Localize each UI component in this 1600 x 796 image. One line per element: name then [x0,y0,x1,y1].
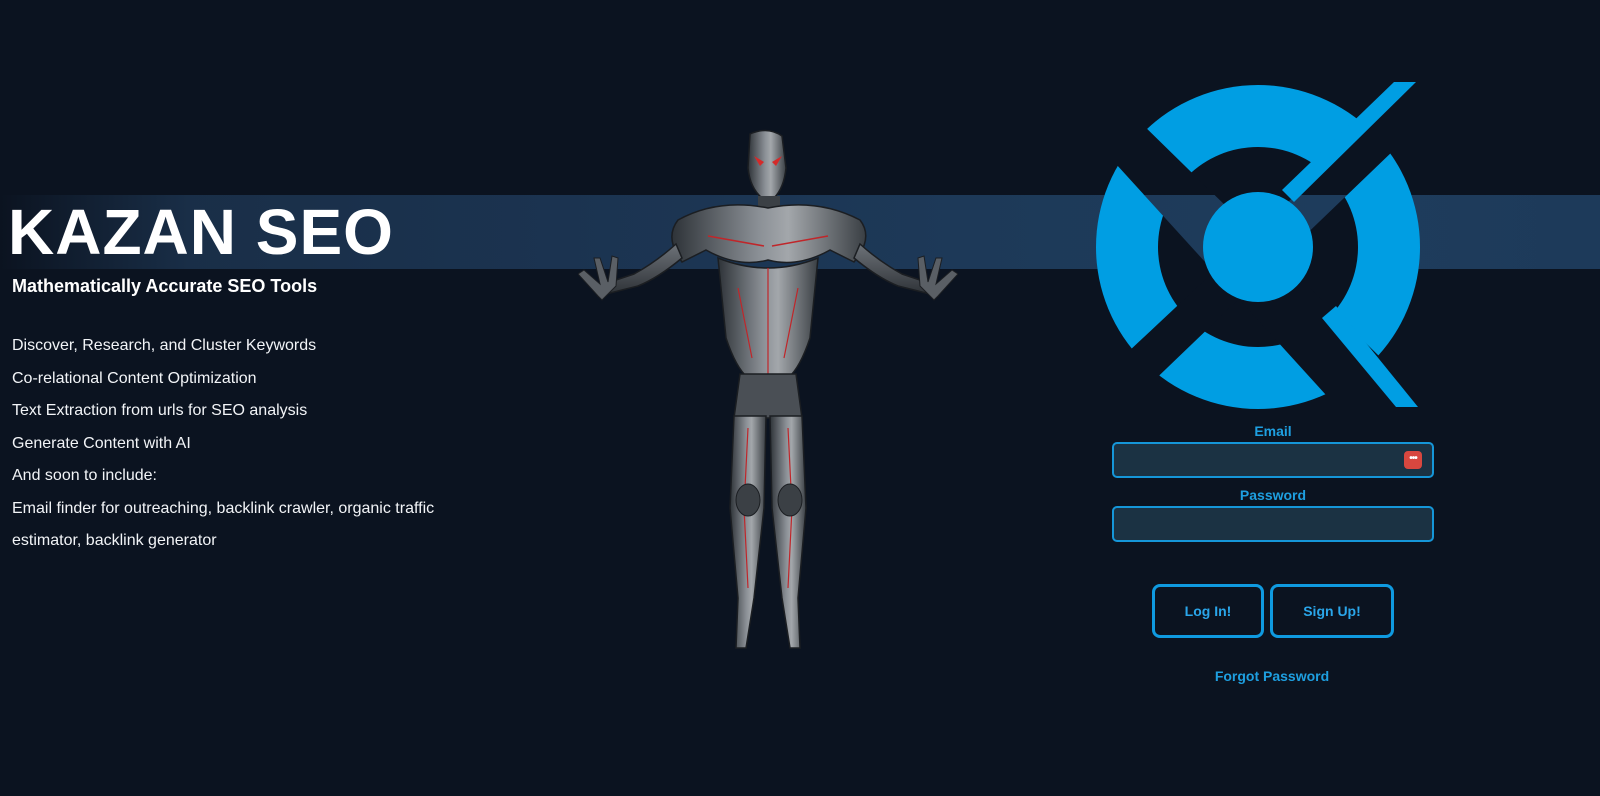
brand-tagline: Mathematically Accurate SEO Tools [12,276,318,296]
password-label: Password [1239,487,1307,503]
feature-list: Discover, Research, and Cluster Keywords… [12,330,462,558]
auth-buttons: Log In! Sign Up! [1152,584,1412,640]
feature-item: Text Extraction from urls for SEO analys… [12,402,308,419]
brand-title: KAZAN SEO [8,196,394,268]
password-manager-icon[interactable]: ••• [1404,451,1422,469]
feature-item: Co-relational Content Optimization [12,369,257,387]
login-form: Email ••• Password [1110,420,1436,542]
forgot-password-link[interactable]: Forgot Password [1172,668,1372,684]
email-label: Email [1254,423,1292,439]
feature-item: Discover, Research, and Cluster Keywords [12,337,317,354]
password-input[interactable] [1114,508,1432,540]
feature-item: Generate Content with AI [12,434,191,452]
email-field-wrapper: ••• [1112,442,1434,478]
feature-item: Email finder for outreaching, backlink c… [12,499,435,550]
feature-item: And soon to include: [12,467,157,484]
signup-button[interactable]: Sign Up! [1270,584,1394,638]
kazan-logo-icon [1096,82,1420,409]
login-page: KAZAN SEO Mathematically Accurate SEO To… [0,0,1600,796]
password-field-wrapper [1112,506,1434,542]
login-button[interactable]: Log In! [1152,584,1264,638]
armored-figure-illustration [578,129,958,649]
email-input[interactable] [1114,444,1432,476]
